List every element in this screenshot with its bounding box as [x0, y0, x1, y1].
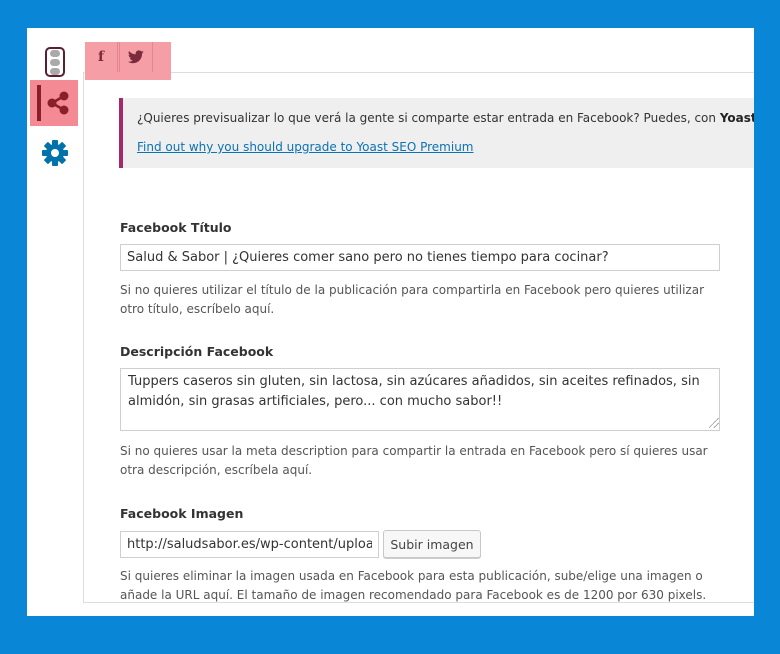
twitter-icon — [128, 50, 144, 64]
facebook-image-label: Facebook Imagen — [120, 506, 244, 521]
facebook-description-label: Descripción Facebook — [120, 344, 274, 359]
facebook-description-textarea[interactable]: Tuppers caseros sin gluten, sin lactosa,… — [120, 368, 720, 431]
facebook-description-help: Si no quieres usar la meta description p… — [120, 444, 708, 477]
facebook-icon: f — [97, 49, 105, 65]
traffic-light-dot — [50, 59, 60, 66]
traffic-light-icon[interactable] — [45, 47, 65, 77]
traffic-light-dot — [50, 50, 60, 57]
share-icon — [47, 91, 69, 115]
notice-text: ¿Quieres previsualizar lo que verá la ge… — [137, 111, 754, 125]
share-tab-button[interactable] — [30, 80, 78, 126]
tab-twitter[interactable] — [119, 42, 153, 72]
traffic-light-dot — [50, 68, 60, 75]
tab-facebook[interactable]: f — [85, 42, 118, 72]
gear-icon-svg — [42, 140, 68, 166]
upload-image-button[interactable]: Subir imagen — [383, 530, 481, 558]
upgrade-link[interactable]: Find out why you should upgrade to Yoast… — [137, 140, 474, 154]
facebook-tab-content: ¿Quieres previsualizar lo que verá la ge… — [83, 72, 754, 603]
gear-icon[interactable] — [40, 138, 70, 168]
facebook-image-help: Si quieres eliminar la imagen usada en F… — [120, 569, 707, 602]
facebook-title-help: Si no quieres utilizar el título de la p… — [120, 283, 705, 316]
premium-notice: ¿Quieres previsualizar lo que verá la ge… — [119, 98, 754, 168]
yoast-social-panel: f ¿Quieres previsualizar lo que verá la … — [27, 28, 754, 616]
social-tabs: f — [83, 28, 754, 80]
yoast-sidebar — [27, 28, 83, 616]
facebook-title-input[interactable] — [120, 244, 720, 271]
facebook-title-label: Facebook Título — [120, 220, 232, 235]
notice-brand: Yoast SEO Premium — [719, 111, 754, 125]
notice-message: ¿Quieres previsualizar lo que verá la ge… — [137, 111, 720, 125]
textarea-resize-handle[interactable] — [709, 418, 719, 428]
active-indicator — [37, 85, 41, 121]
facebook-image-url-input[interactable] — [120, 531, 379, 558]
